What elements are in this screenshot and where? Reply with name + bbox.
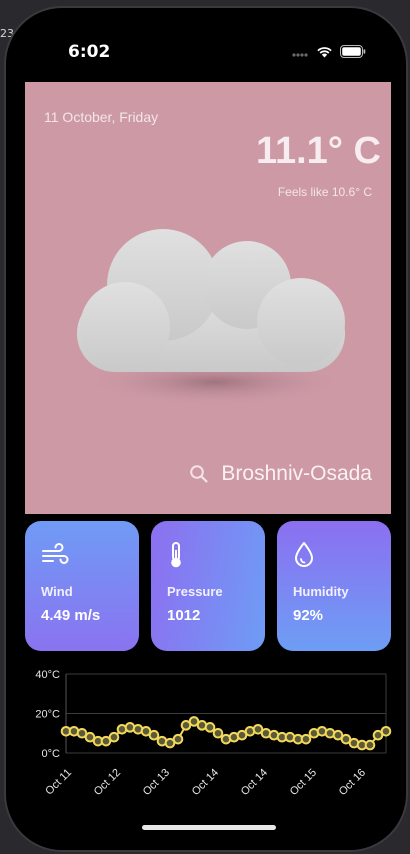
search-icon[interactable]: [189, 464, 209, 484]
wind-icon: [42, 543, 69, 564]
x-tick-label: Oct 11: [43, 767, 74, 798]
temperature-chart: 0°C 20°C 40°C Oct 11 Oct 12 Oct 13 Oct 14 Oct 1…: [35, 669, 392, 798]
temperature-point: [380, 725, 392, 737]
status-time: 6:02: [68, 42, 111, 62]
temperature-point: [172, 733, 184, 745]
wind-label: Wind: [41, 584, 73, 599]
current-temperature: 11.1° C: [255, 130, 381, 172]
x-tick-label: Oct 13: [141, 767, 172, 798]
wifi-icon: [317, 46, 332, 57]
cellular-icon: [292, 52, 308, 57]
y-tick-label: 0°C: [42, 748, 61, 760]
temperature-point: [300, 733, 312, 745]
pressure-card[interactable]: Pressure 1012: [151, 521, 265, 651]
feels-like-temperature: Feels like 10.6° C: [277, 185, 372, 199]
y-tick-label: 40°C: [35, 669, 60, 681]
humidity-card[interactable]: Humidity 92%: [277, 521, 391, 651]
humidity-label: Humidity: [293, 584, 349, 599]
x-tick-label: Oct 14: [239, 767, 270, 798]
temperature-point: [364, 739, 376, 751]
temperature-point: [204, 722, 216, 733]
weather-stat-cards: Wind 4.49 m/s Pressure 1012 Humidity 92%: [25, 521, 391, 651]
humidity-value: 92%: [293, 607, 324, 624]
cloud-icon: [65, 217, 355, 412]
city-name[interactable]: Broshniv-Osada: [221, 462, 372, 486]
phone-screen: 6:02 11 October, Friday 11.1° C Feels li…: [4, 6, 408, 852]
current-date: 11 October, Friday: [44, 109, 159, 125]
city-search[interactable]: Broshniv-Osada: [189, 462, 372, 486]
wind-card[interactable]: Wind 4.49 m/s: [25, 521, 139, 651]
x-tick-label: Oct 16: [337, 767, 368, 798]
temperature-point: [108, 731, 120, 743]
temperature-point: [212, 727, 224, 739]
droplet-icon: [295, 542, 313, 567]
thermometer-icon: [171, 542, 181, 568]
home-indicator: [142, 825, 276, 830]
pressure-label: Pressure: [167, 584, 223, 599]
temperature-point: [148, 729, 160, 741]
wind-value: 4.49 m/s: [41, 607, 101, 624]
weather-hero-panel: 11 October, Friday 11.1° C Feels like 10…: [25, 82, 391, 514]
x-tick-label: Oct 15: [288, 767, 319, 798]
pressure-value: 1012: [167, 607, 201, 624]
x-tick-label: Oct 14: [190, 767, 221, 798]
status-icons: [291, 45, 366, 58]
x-tick-label: Oct 12: [92, 767, 123, 798]
y-tick-label: 20°C: [35, 709, 60, 721]
battery-icon: [340, 45, 366, 58]
